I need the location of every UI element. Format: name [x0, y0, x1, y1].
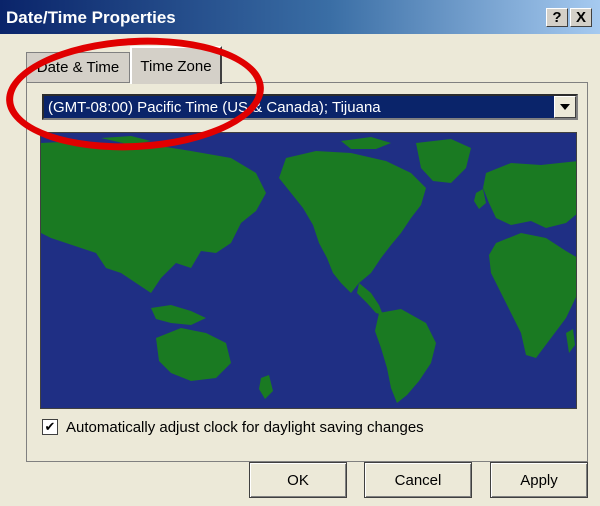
title-bar: Date/Time Properties ? X — [0, 0, 600, 34]
cancel-button[interactable]: Cancel — [364, 462, 472, 498]
chevron-down-icon — [560, 104, 570, 110]
help-icon: ? — [552, 9, 562, 26]
timezone-select[interactable]: (GMT-08:00) Pacific Time (US & Canada); … — [42, 94, 578, 120]
ok-label: OK — [287, 471, 309, 489]
tab-time-zone-label: Time Zone — [140, 57, 212, 75]
tab-date-time[interactable]: Date & Time — [26, 52, 130, 82]
world-map-graphic — [41, 136, 576, 403]
help-button[interactable]: ? — [546, 8, 568, 27]
daylight-checkbox-label: Automatically adjust clock for daylight … — [66, 419, 424, 436]
close-icon: X — [575, 9, 586, 26]
tab-time-zone[interactable]: Time Zone — [130, 46, 222, 84]
window-title: Date/Time Properties — [6, 8, 176, 27]
apply-label: Apply — [520, 471, 558, 489]
dropdown-button[interactable] — [554, 96, 576, 118]
daylight-checkbox[interactable]: ✔ — [42, 419, 58, 435]
ok-button[interactable]: OK — [249, 462, 347, 498]
cancel-label: Cancel — [394, 471, 442, 489]
check-icon: ✔ — [44, 419, 56, 434]
apply-button[interactable]: Apply — [490, 462, 588, 498]
close-button[interactable]: X — [570, 8, 592, 27]
world-map — [40, 132, 577, 409]
tab-date-time-label: Date & Time — [36, 59, 120, 76]
timezone-value: (GMT-08:00) Pacific Time (US & Canada); … — [48, 99, 381, 116]
